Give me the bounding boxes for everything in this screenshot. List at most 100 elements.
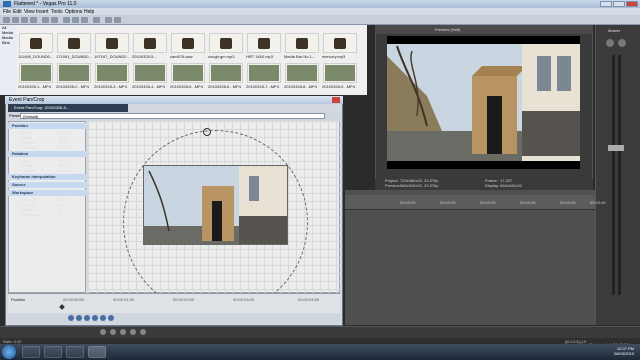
dialog-transport	[8, 313, 340, 323]
taskbar-media-icon[interactable]	[66, 346, 84, 358]
taskbar-clock[interactable]: 12:07 PM 28/03/2010	[614, 346, 634, 356]
app-title: Flattened * - Vegas Pro 11.0	[14, 1, 77, 7]
media-filename: mercury.mp3	[322, 54, 346, 59]
media-thumbnail[interactable]	[247, 33, 281, 53]
media-filename: 20100328-8...MP4	[284, 84, 317, 89]
audio-file-icon	[68, 38, 80, 49]
maximize-button[interactable]	[613, 1, 625, 7]
tree-item-all-media[interactable]: All Media	[0, 25, 17, 35]
clock-date: 28/03/2010	[613, 351, 634, 356]
property-group-header[interactable]: Rotation	[8, 151, 86, 157]
edit-tool-icon[interactable]	[114, 17, 121, 23]
media-filename: card078.wav	[170, 54, 193, 59]
first-keyframe-icon[interactable]	[68, 315, 74, 321]
dialog-close-button[interactable]	[332, 97, 340, 103]
prev-keyframe-icon[interactable]	[76, 315, 82, 321]
media-thumbnail[interactable]	[171, 63, 205, 83]
cut-icon[interactable]	[63, 17, 70, 23]
add-keyframe-icon[interactable]	[84, 315, 90, 321]
keyframe-timeline[interactable]: Position 00:00:00;00 00:00:01;00 00:00:0…	[8, 293, 340, 313]
media-thumbnail[interactable]	[19, 63, 53, 83]
undo-icon[interactable]	[42, 17, 49, 23]
taskbar-vegas-icon[interactable]	[88, 346, 106, 358]
property-group-header[interactable]: Workspace	[8, 190, 86, 196]
media-thumbnail[interactable]	[95, 33, 129, 53]
media-thumbnail[interactable]	[323, 33, 357, 53]
keyframe-marker[interactable]	[59, 304, 65, 310]
preview-info: Project: 720x480x32, 23.976p Preview: 96…	[375, 178, 593, 190]
media-thumbnail[interactable]	[209, 33, 243, 53]
stop-icon[interactable]	[140, 329, 146, 335]
loop-icon[interactable]	[110, 329, 116, 335]
master-mute-icon[interactable]	[618, 39, 626, 47]
timeline-ruler[interactable]: 00:03:20 00:03:25 00:03:30 00:03:35 00:0…	[345, 195, 606, 210]
master-fx-icon[interactable]	[606, 39, 614, 47]
master-fader[interactable]	[608, 145, 624, 151]
media-thumbnail[interactable]	[285, 33, 319, 53]
property-group-header[interactable]: Position	[8, 123, 86, 129]
keyframe-track-label: Position	[11, 297, 26, 302]
ruler-mark: 00:03:30	[480, 200, 496, 205]
render-icon[interactable]	[93, 17, 100, 23]
delete-keyframe-icon[interactable]	[92, 315, 98, 321]
media-thumbnail[interactable]	[95, 63, 129, 83]
new-icon[interactable]	[3, 17, 10, 23]
next-keyframe-icon[interactable]	[100, 315, 106, 321]
snap-icon[interactable]	[105, 17, 112, 23]
media-thumbnail[interactable]	[285, 63, 319, 83]
ruler-mark: 00:03:45	[590, 200, 606, 205]
audio-file-icon	[144, 38, 156, 49]
ruler-mark: 00:03:35	[520, 200, 536, 205]
media-thumbnail[interactable]	[171, 33, 205, 53]
property-value[interactable]: 16	[58, 212, 62, 217]
media-filename: Media Bar No.1...	[284, 54, 316, 59]
save-icon[interactable]	[21, 17, 28, 23]
taskbar-explorer-icon[interactable]	[44, 346, 62, 358]
preview-quality-select[interactable]: Preview (Half)	[435, 27, 460, 32]
preview-label: Preview:	[385, 183, 401, 188]
media-thumbnail[interactable]	[209, 63, 243, 83]
keyframe-time: 00:00:03;00	[233, 297, 255, 302]
close-button[interactable]	[626, 1, 638, 7]
rotate-handle-icon[interactable]	[203, 128, 211, 136]
open-icon[interactable]	[12, 17, 19, 23]
media-filename: 20100328-6...MP4	[208, 84, 241, 89]
windows-taskbar	[0, 344, 640, 360]
copy-icon[interactable]	[72, 17, 79, 23]
audio-file-icon	[258, 38, 270, 49]
dialog-title: Event Pan/Crop	[9, 97, 45, 103]
preview-value: 960x540x32, 23.976p	[400, 183, 439, 188]
pause-icon[interactable]	[130, 329, 136, 335]
property-value[interactable]: 540.0	[58, 145, 68, 150]
media-thumbnail[interactable]	[133, 33, 167, 53]
media-thumbnail[interactable]	[57, 63, 91, 83]
dialog-tab[interactable]: Event Pan/Crop: 20100328-5...	[8, 104, 128, 112]
dialog-title-bar[interactable]: Event Pan/Crop	[5, 96, 343, 104]
crop-frame[interactable]	[143, 165, 288, 245]
app-title-bar: Flattened * - Vegas Pro 11.0	[0, 0, 640, 8]
paste-icon[interactable]	[81, 17, 88, 23]
start-button[interactable]	[2, 345, 16, 359]
property-row[interactable]: Grid spacing 16	[8, 212, 86, 217]
property-group-header[interactable]: Source	[8, 182, 86, 188]
media-thumbnail[interactable]	[19, 33, 53, 53]
property-group-header[interactable]: Keyframe interpolation	[8, 174, 86, 180]
master-meter-right	[618, 55, 621, 295]
media-thumbnail[interactable]	[247, 63, 281, 83]
minimize-button[interactable]	[600, 1, 612, 7]
record-icon[interactable]	[100, 329, 106, 335]
properties-icon[interactable]	[30, 17, 37, 23]
property-row[interactable]: Y Center 540.0	[8, 168, 86, 173]
tree-item-media-bins[interactable]: Media Bins	[0, 35, 17, 45]
media-thumbnail[interactable]	[323, 63, 357, 83]
video-clip-icon	[135, 65, 165, 81]
media-thumbnail[interactable]	[57, 33, 91, 53]
media-thumbnail[interactable]	[133, 63, 167, 83]
taskbar-ie-icon[interactable]	[22, 346, 40, 358]
play-icon[interactable]	[120, 329, 126, 335]
preset-dropdown[interactable]: (Default)	[20, 113, 325, 119]
property-value[interactable]: 540.0	[58, 168, 68, 173]
last-keyframe-icon[interactable]	[108, 315, 114, 321]
property-row[interactable]: Y Center 540.0	[8, 145, 86, 150]
redo-icon[interactable]	[51, 17, 58, 23]
